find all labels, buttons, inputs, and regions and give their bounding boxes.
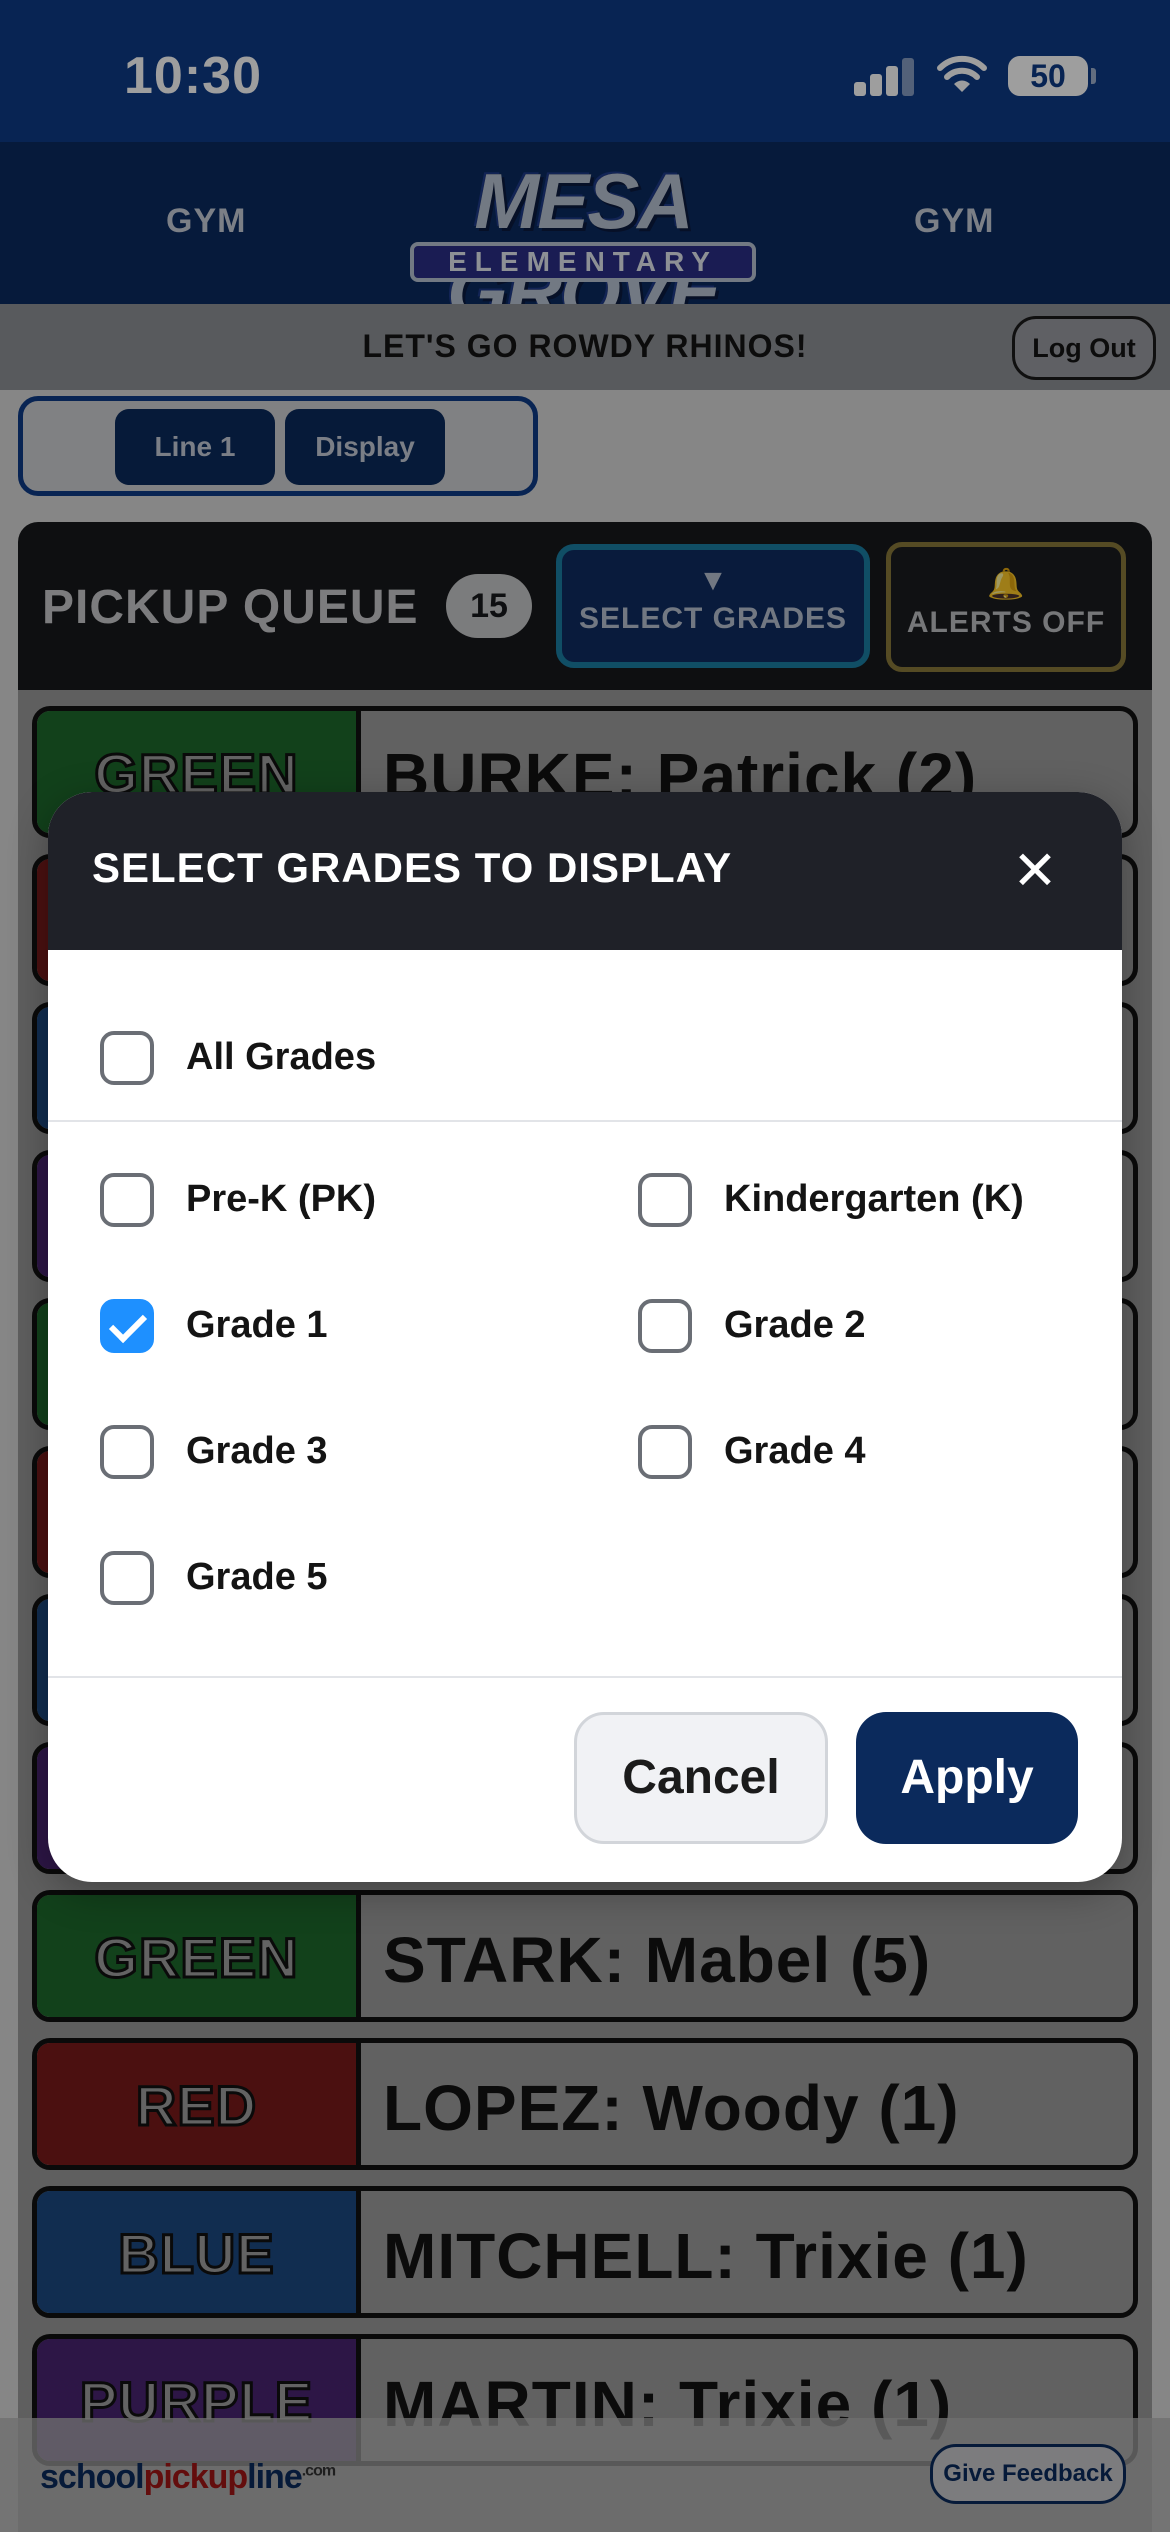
checkbox-grade-row[interactable]: Kindergarten (K): [638, 1170, 1098, 1230]
select-grades-dialog: SELECT GRADES TO DISPLAY ✕ All Grades Pr…: [48, 792, 1122, 1882]
checkbox-grade-row[interactable]: Grade 2: [638, 1296, 1098, 1356]
checkbox-label: Kindergarten (K): [724, 1178, 1024, 1220]
checkbox-grade-row[interactable]: Grade 3: [100, 1422, 560, 1482]
checkbox-label: Grade 5: [186, 1556, 328, 1598]
cancel-button[interactable]: Cancel: [574, 1712, 828, 1844]
dialog-title: SELECT GRADES TO DISPLAY: [92, 844, 733, 891]
checkbox-label: Pre-K (PK): [186, 1178, 377, 1220]
checkbox-grade-row[interactable]: Grade 1: [100, 1296, 560, 1356]
checkbox-label: Grade 1: [186, 1304, 328, 1346]
checkbox[interactable]: [100, 1551, 154, 1605]
checkbox[interactable]: [100, 1173, 154, 1227]
checkbox[interactable]: [638, 1425, 692, 1479]
close-icon[interactable]: ✕: [1006, 842, 1064, 900]
checkbox[interactable]: [638, 1299, 692, 1353]
apply-button[interactable]: Apply: [856, 1712, 1078, 1844]
checkbox[interactable]: [638, 1173, 692, 1227]
checkbox-grade-row[interactable]: Pre-K (PK): [100, 1170, 560, 1230]
checkbox-checked[interactable]: [100, 1299, 154, 1353]
checkbox-label: Grade 4: [724, 1430, 866, 1472]
dialog-header: SELECT GRADES TO DISPLAY ✕: [48, 792, 1122, 950]
checkbox-all-grades[interactable]: [100, 1031, 154, 1085]
divider: [48, 1676, 1122, 1678]
checkbox[interactable]: [100, 1425, 154, 1479]
checkbox-all-grades-row[interactable]: All Grades: [100, 1028, 1000, 1088]
checkbox-label: All Grades: [186, 1036, 377, 1078]
checkbox-label: Grade 2: [724, 1304, 866, 1346]
checkbox-grade-row[interactable]: Grade 5: [100, 1548, 560, 1608]
checkbox-grade-row[interactable]: Grade 4: [638, 1422, 1098, 1482]
checkbox-label: Grade 3: [186, 1430, 328, 1472]
divider: [48, 1120, 1122, 1122]
